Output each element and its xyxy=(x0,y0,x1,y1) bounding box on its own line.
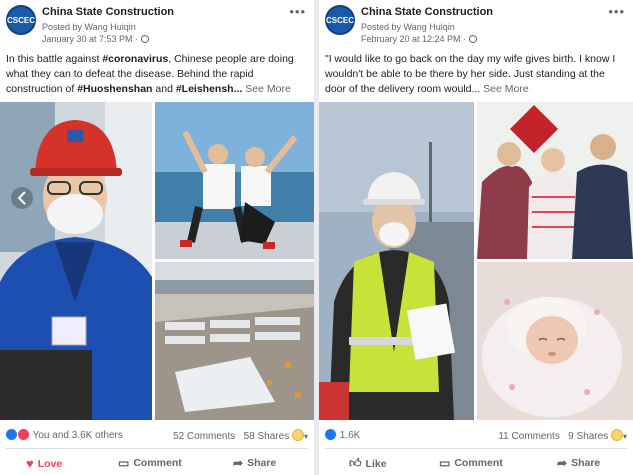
page-name-link[interactable]: China State Construction xyxy=(42,6,174,18)
avatar[interactable]: CSCEC xyxy=(325,5,355,35)
love-reaction-icon xyxy=(18,429,29,440)
share-button[interactable]: ➦ Share xyxy=(557,456,600,470)
post-text-part: and xyxy=(152,83,176,95)
like-label: Like xyxy=(365,457,387,470)
post-header: CSCEC China State Construction Posted by… xyxy=(0,0,314,44)
love-label: Love xyxy=(37,457,63,470)
facebook-posts-screenshot: CSCEC China State Construction Posted by… xyxy=(0,0,633,475)
comment-label: Comment xyxy=(133,457,182,469)
photo-image xyxy=(155,102,314,259)
post-card: CSCEC China State Construction Posted by… xyxy=(0,0,314,475)
avatar[interactable]: CSCEC xyxy=(6,5,36,35)
photo-image xyxy=(477,102,633,259)
profile-reaction-icon[interactable] xyxy=(610,429,623,441)
post-date-text[interactable]: January 30 at 7:53 PM · xyxy=(42,34,138,44)
share-icon: ➦ xyxy=(233,456,244,470)
comment-icon: ▭ xyxy=(118,456,130,470)
post-stats: You and 3.6K others 52 Comments 58 Share… xyxy=(0,425,314,445)
comment-label: Comment xyxy=(454,457,503,469)
post-header: CSCEC China State Construction Posted by… xyxy=(319,0,633,44)
share-label: Share xyxy=(571,457,601,469)
like-reaction-icon xyxy=(6,429,17,440)
shares-count[interactable]: 9 Shares xyxy=(568,431,608,442)
chevron-down-icon[interactable]: ▾ xyxy=(623,432,627,441)
post-stats: 1.6K 11 Comments 9 Shares ▾ xyxy=(319,425,633,445)
hashtag-link[interactable]: #coronavirus xyxy=(102,53,168,65)
reaction-summary[interactable]: 1.6K xyxy=(325,429,360,441)
photo-image xyxy=(319,102,474,420)
shares-count[interactable]: 58 Shares xyxy=(244,431,290,442)
page-name-link[interactable]: China State Construction xyxy=(361,6,493,18)
reactions-count[interactable]: 1.6K xyxy=(340,430,361,441)
hashtag-link[interactable]: #Leishensh... xyxy=(176,83,243,95)
divider xyxy=(325,448,627,449)
comments-count[interactable]: 11 Comments xyxy=(498,431,560,442)
photo-family[interactable] xyxy=(477,102,633,259)
post-text: In this battle against #coronavirus, Chi… xyxy=(6,52,308,97)
post-text: "I would like to go back on the day my w… xyxy=(325,52,627,97)
like-button[interactable]: 👍︎ Like xyxy=(349,456,387,471)
photo-image xyxy=(477,262,633,420)
reaction-summary[interactable]: You and 3.6K others xyxy=(6,429,123,441)
photo-couple[interactable] xyxy=(155,102,314,259)
like-reaction-icon xyxy=(325,429,336,440)
posted-by-text: Posted by Wang Huiqin xyxy=(42,22,136,32)
photo-worker-red-helmet[interactable] xyxy=(0,102,152,420)
hashtag-link[interactable]: #Huoshenshan xyxy=(77,83,152,95)
reactions-count[interactable]: You and 3.6K others xyxy=(33,430,123,441)
photo-image xyxy=(155,262,314,420)
love-button[interactable]: ♥ Love xyxy=(26,456,62,471)
photo-image xyxy=(0,102,152,420)
posted-by-text: Posted by Wang Huiqin xyxy=(361,22,455,32)
post-date-text[interactable]: February 20 at 12:24 PM · xyxy=(361,34,466,44)
chevron-down-icon[interactable]: ▾ xyxy=(304,432,308,441)
comment-icon: ▭ xyxy=(439,456,451,470)
action-bar: ♥ Love ▭ Comment ➦ Share xyxy=(0,452,314,474)
post-date[interactable]: February 20 at 12:24 PM · xyxy=(361,34,478,44)
post-text-part: In this battle against xyxy=(6,53,103,65)
photo-newborn[interactable] xyxy=(477,262,633,420)
share-button[interactable]: ➦ Share xyxy=(233,456,276,470)
divider xyxy=(6,448,308,449)
post-text-part: "I would like to go back on the day my w… xyxy=(325,53,616,95)
photo-worker-vest[interactable] xyxy=(319,102,474,420)
see-more-link[interactable]: See More xyxy=(242,83,291,95)
comments-count[interactable]: 52 Comments xyxy=(173,431,235,442)
share-label: Share xyxy=(247,457,277,469)
heart-icon: ♥ xyxy=(26,456,34,471)
post-date[interactable]: January 30 at 7:53 PM · xyxy=(42,34,150,44)
profile-reaction-icon[interactable] xyxy=(291,429,304,441)
globe-icon xyxy=(469,35,478,43)
post-card: CSCEC China State Construction Posted by… xyxy=(319,0,633,475)
share-icon: ➦ xyxy=(557,456,568,470)
comment-button[interactable]: ▭ Comment xyxy=(439,456,503,470)
see-more-link[interactable]: See More xyxy=(480,83,529,95)
comment-button[interactable]: ▭ Comment xyxy=(118,456,182,470)
photo-construction-site[interactable] xyxy=(155,262,314,420)
thumbs-up-icon: 👍︎ xyxy=(349,456,362,470)
more-options-icon[interactable]: ••• xyxy=(289,4,306,19)
action-bar: 👍︎ Like ▭ Comment ➦ Share xyxy=(319,452,633,474)
more-options-icon[interactable]: ••• xyxy=(608,4,625,19)
globe-icon xyxy=(141,35,150,43)
